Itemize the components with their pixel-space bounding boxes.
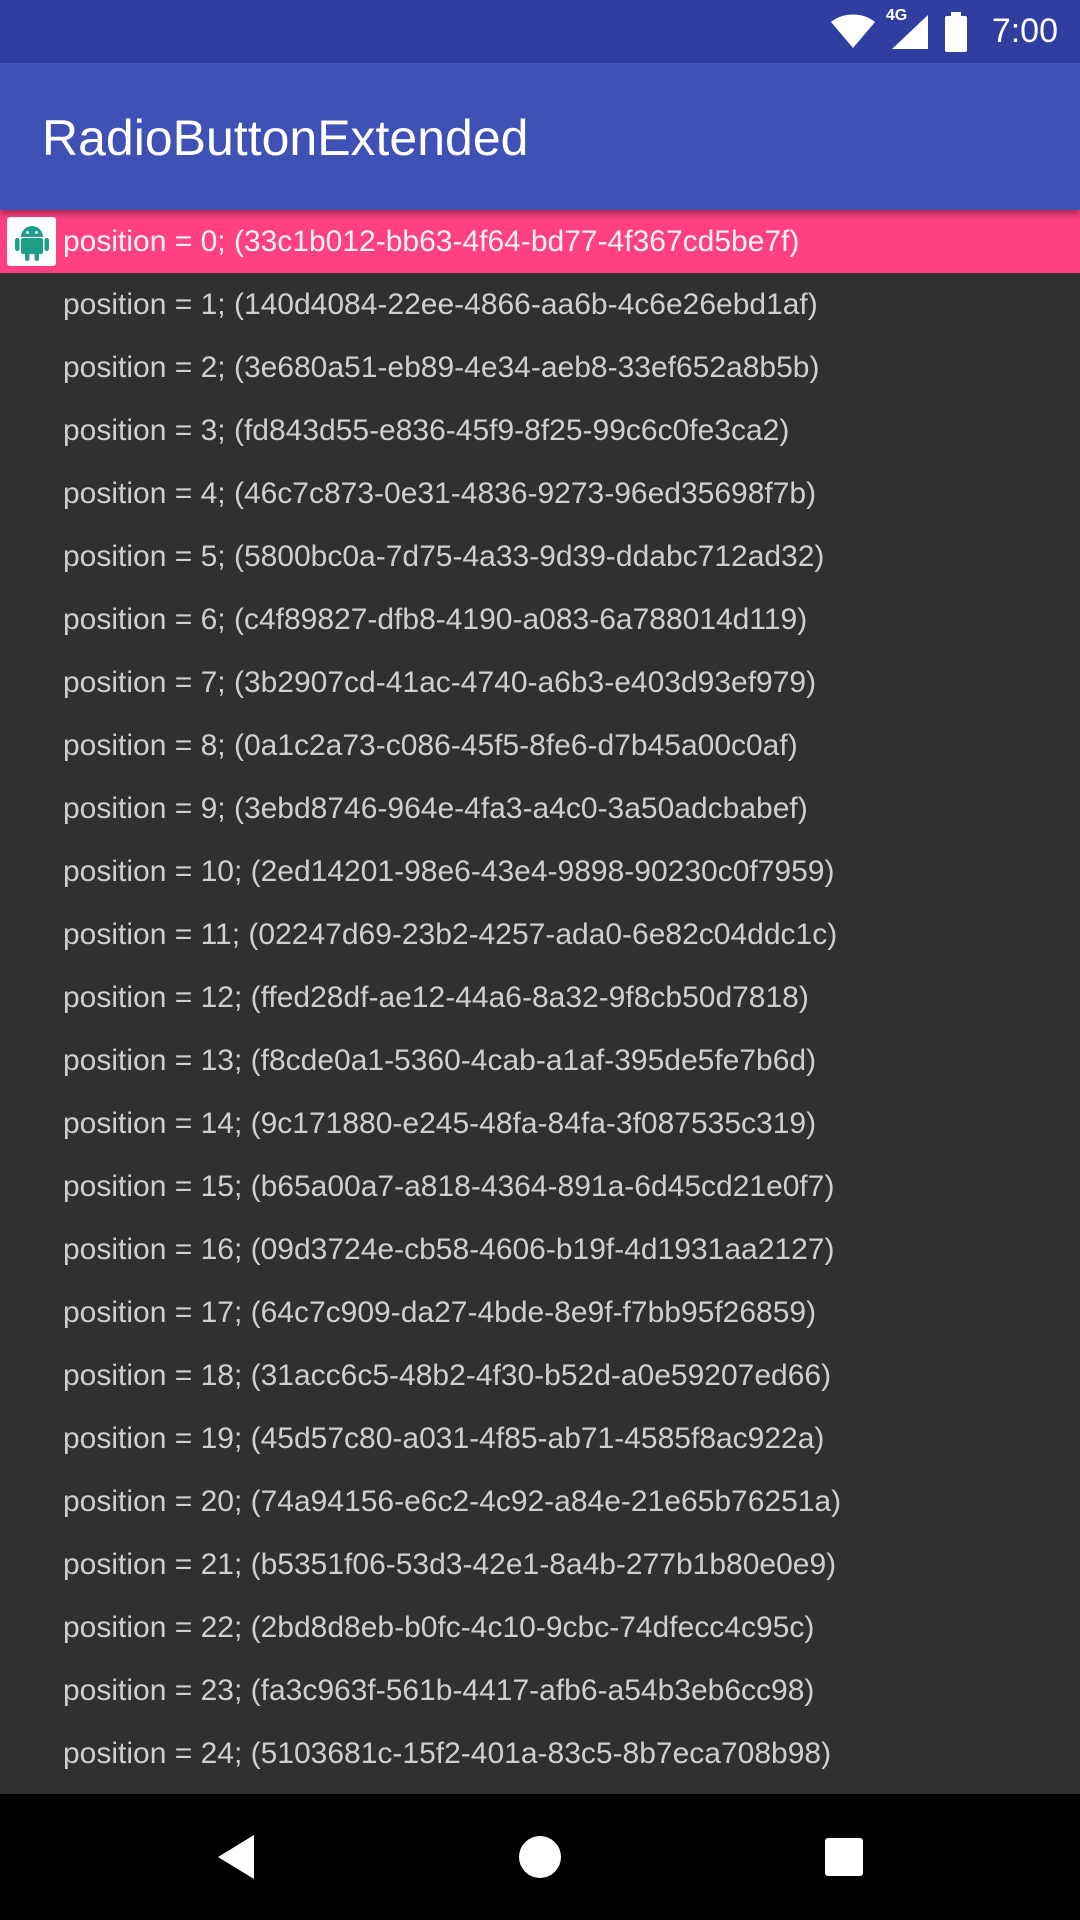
list-item-label: position = 5; (5800bc0a-7d75-4a33-9d39-d… bbox=[63, 539, 825, 573]
list-item-label: position = 21; (b5351f06-53d3-42e1-8a4b-… bbox=[63, 1547, 837, 1581]
back-button[interactable] bbox=[203, 1824, 269, 1890]
list-item-label: position = 11; (02247d69-23b2-4257-ada0-… bbox=[63, 917, 838, 951]
list-item-selected[interactable]: position = 0; (33c1b012-bb63-4f64-bd77-4… bbox=[0, 210, 1080, 273]
back-icon bbox=[218, 1835, 254, 1879]
list-item-label: position = 15; (b65a00a7-a818-4364-891a-… bbox=[63, 1169, 835, 1203]
list-item[interactable]: position = 9; (3ebd8746-964e-4fa3-a4c0-3… bbox=[0, 777, 1080, 840]
list-item-label: position = 8; (0a1c2a73-c086-45f5-8fe6-d… bbox=[63, 728, 798, 762]
network-type-label: 4G bbox=[885, 6, 908, 24]
list-item[interactable]: position = 11; (02247d69-23b2-4257-ada0-… bbox=[0, 903, 1080, 966]
page-title: RadioButtonExtended bbox=[42, 110, 529, 166]
list-item-label: position = 0; (33c1b012-bb63-4f64-bd77-4… bbox=[63, 224, 800, 258]
list-item[interactable]: position = 23; (fa3c963f-561b-4417-afb6-… bbox=[0, 1659, 1080, 1722]
list-item-label: position = 3; (fd843d55-e836-45f9-8f25-9… bbox=[63, 413, 790, 447]
list-item-label: position = 16; (09d3724e-cb58-4606-b19f-… bbox=[63, 1232, 835, 1266]
android-icon bbox=[7, 217, 56, 266]
list-item[interactable]: position = 7; (3b2907cd-41ac-4740-a6b3-e… bbox=[0, 651, 1080, 714]
list-item[interactable]: position = 8; (0a1c2a73-c086-45f5-8fe6-d… bbox=[0, 714, 1080, 777]
list-item-label: position = 1; (140d4084-22ee-4866-aa6b-4… bbox=[63, 287, 818, 321]
list-item-label: position = 18; (31acc6c5-48b2-4f30-b52d-… bbox=[63, 1358, 832, 1392]
navigation-bar bbox=[0, 1794, 1080, 1920]
list-item[interactable]: position = 2; (3e680a51-eb89-4e34-aeb8-3… bbox=[0, 336, 1080, 399]
wifi-icon bbox=[830, 14, 876, 50]
list-item[interactable]: position = 21; (b5351f06-53d3-42e1-8a4b-… bbox=[0, 1533, 1080, 1596]
recents-button[interactable] bbox=[811, 1824, 877, 1890]
list-item[interactable]: position = 6; (c4f89827-dfb8-4190-a083-6… bbox=[0, 588, 1080, 651]
list-item[interactable]: position = 15; (b65a00a7-a818-4364-891a-… bbox=[0, 1155, 1080, 1218]
list-item-label: position = 20; (74a94156-e6c2-4c92-a84e-… bbox=[63, 1484, 842, 1518]
list-item[interactable]: position = 17; (64c7c909-da27-4bde-8e9f-… bbox=[0, 1281, 1080, 1344]
list-item[interactable]: position = 24; (5103681c-15f2-401a-83c5-… bbox=[0, 1722, 1080, 1785]
list-item-label: position = 10; (2ed14201-98e6-43e4-9898-… bbox=[63, 854, 835, 888]
signal-icon: 4G bbox=[886, 7, 930, 51]
list-item-label: position = 2; (3e680a51-eb89-4e34-aeb8-3… bbox=[63, 350, 820, 384]
list-item-label: position = 7; (3b2907cd-41ac-4740-a6b3-e… bbox=[63, 665, 817, 699]
list-item-label: position = 12; (ffed28df-ae12-44a6-8a32-… bbox=[63, 980, 809, 1014]
home-icon bbox=[519, 1836, 561, 1878]
status-time: 7:00 bbox=[991, 12, 1058, 50]
list-item-label: position = 14; (9c171880-e245-48fa-84fa-… bbox=[63, 1106, 817, 1140]
radio-list[interactable]: position = 0; (33c1b012-bb63-4f64-bd77-4… bbox=[0, 210, 1080, 1794]
list-item-label: position = 13; (f8cde0a1-5360-4cab-a1af-… bbox=[63, 1043, 817, 1077]
list-item-label: position = 6; (c4f89827-dfb8-4190-a083-6… bbox=[63, 602, 808, 636]
list-item-label: position = 19; (45d57c80-a031-4f85-ab71-… bbox=[63, 1421, 825, 1455]
list-item[interactable]: position = 22; (2bd8d8eb-b0fc-4c10-9cbc-… bbox=[0, 1596, 1080, 1659]
list-item[interactable]: position = 4; (46c7c873-0e31-4836-9273-9… bbox=[0, 462, 1080, 525]
list-item-label: position = 24; (5103681c-15f2-401a-83c5-… bbox=[63, 1736, 832, 1770]
list-item[interactable]: position = 5; (5800bc0a-7d75-4a33-9d39-d… bbox=[0, 525, 1080, 588]
battery-icon bbox=[944, 11, 968, 52]
list-item[interactable]: position = 16; (09d3724e-cb58-4606-b19f-… bbox=[0, 1218, 1080, 1281]
home-button[interactable] bbox=[507, 1824, 573, 1890]
status-bar: 4G 7:00 bbox=[0, 0, 1080, 63]
list-item-label: position = 4; (46c7c873-0e31-4836-9273-9… bbox=[63, 476, 817, 510]
list-item-label: position = 17; (64c7c909-da27-4bde-8e9f-… bbox=[63, 1295, 817, 1329]
list-item-label: position = 22; (2bd8d8eb-b0fc-4c10-9cbc-… bbox=[63, 1610, 815, 1644]
list-item[interactable]: position = 20; (74a94156-e6c2-4c92-a84e-… bbox=[0, 1470, 1080, 1533]
list-item[interactable]: position = 3; (fd843d55-e836-45f9-8f25-9… bbox=[0, 399, 1080, 462]
list-item[interactable]: position = 18; (31acc6c5-48b2-4f30-b52d-… bbox=[0, 1344, 1080, 1407]
list-item-label: position = 23; (fa3c963f-561b-4417-afb6-… bbox=[63, 1673, 815, 1707]
list-item-label: position = 9; (3ebd8746-964e-4fa3-a4c0-3… bbox=[63, 791, 808, 825]
list-item[interactable]: position = 12; (ffed28df-ae12-44a6-8a32-… bbox=[0, 966, 1080, 1029]
list-item[interactable]: position = 19; (45d57c80-a031-4f85-ab71-… bbox=[0, 1407, 1080, 1470]
list-item[interactable]: position = 10; (2ed14201-98e6-43e4-9898-… bbox=[0, 840, 1080, 903]
list-item[interactable]: position = 14; (9c171880-e245-48fa-84fa-… bbox=[0, 1092, 1080, 1155]
list-item[interactable]: position = 13; (f8cde0a1-5360-4cab-a1af-… bbox=[0, 1029, 1080, 1092]
list-item[interactable]: position = 1; (140d4084-22ee-4866-aa6b-4… bbox=[0, 273, 1080, 336]
recents-icon bbox=[825, 1838, 863, 1876]
app-bar: RadioButtonExtended bbox=[0, 63, 1080, 210]
